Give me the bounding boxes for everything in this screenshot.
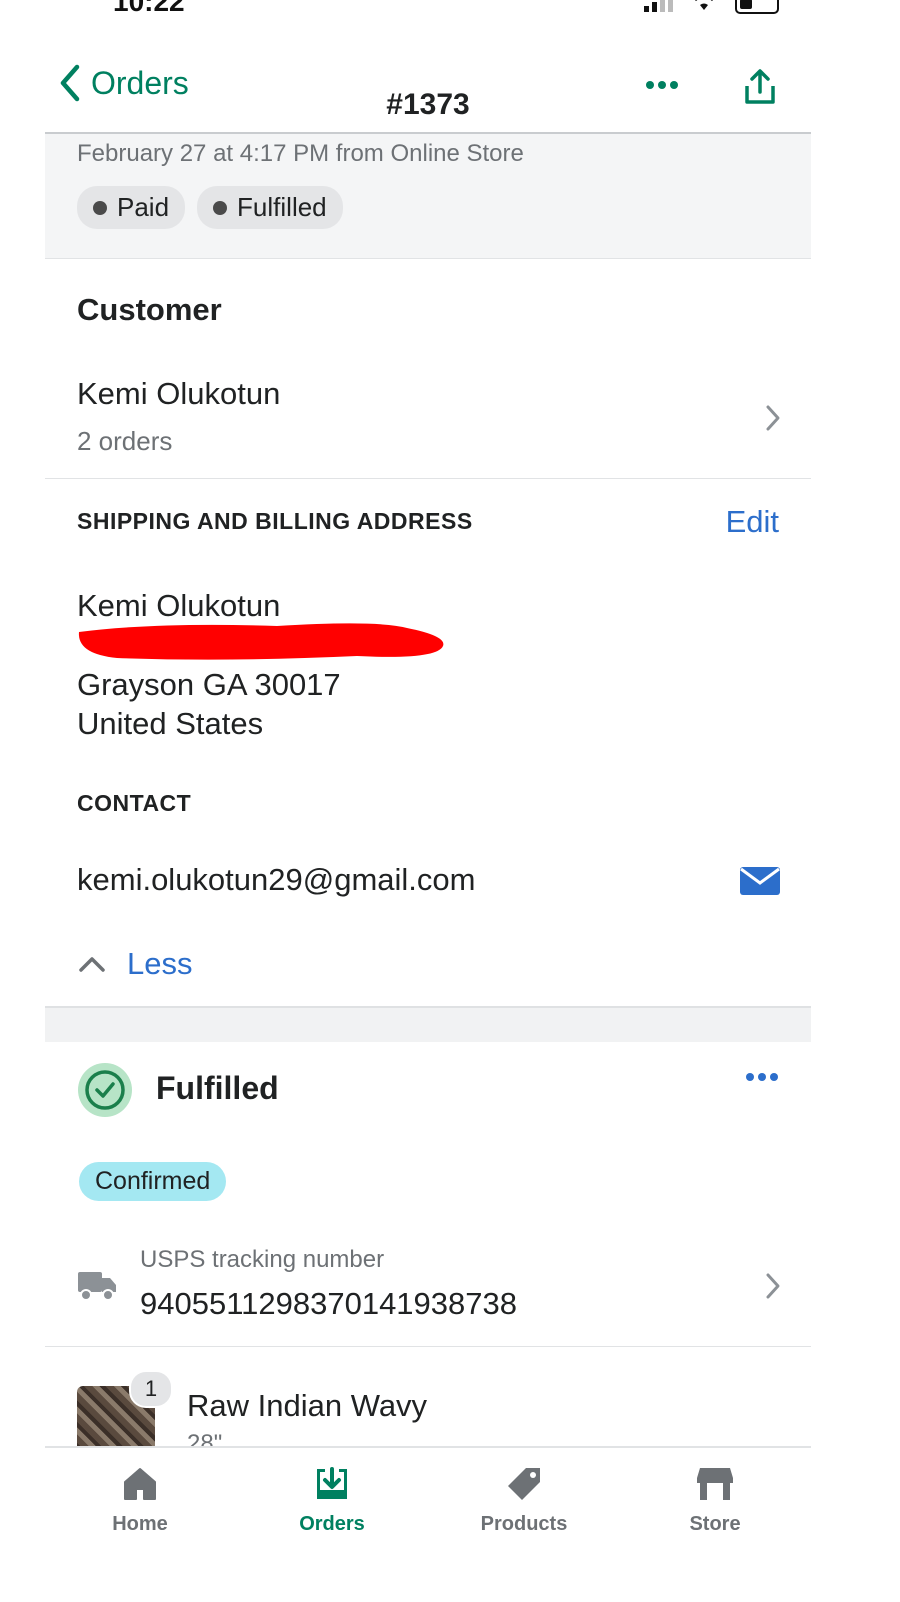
chevron-right-icon	[766, 1273, 780, 1299]
dot-icon	[93, 200, 107, 215]
check-circle-icon	[78, 1063, 132, 1117]
address-city-line: Grayson GA 30017	[77, 667, 341, 702]
confirmed-chip: Confirmed	[79, 1162, 227, 1201]
page-title: #1373	[386, 88, 470, 121]
battery-icon	[735, 0, 779, 14]
tab-home[interactable]: Home	[80, 1466, 200, 1536]
tag-icon	[508, 1468, 540, 1500]
customer-order-count: 2 orders	[77, 426, 173, 456]
quantity-badge: 1	[129, 1370, 173, 1408]
fulfillment-title: Fulfilled	[156, 1070, 279, 1106]
share-icon[interactable]	[743, 68, 777, 106]
wifi-icon	[695, 0, 713, 10]
contact-email: kemi.olukotun29@gmail.com	[77, 862, 476, 897]
status-badge-label: Fulfilled	[237, 192, 327, 222]
order-header: February 27 at 4:17 PM from Online Store…	[45, 134, 811, 259]
status-badge-label: Paid	[117, 192, 170, 222]
chevron-up-icon	[79, 957, 105, 972]
tab-label: Store	[689, 1513, 741, 1535]
customer-section-title: Customer	[77, 292, 222, 327]
chevron-right-icon	[766, 405, 780, 431]
status-badge-fulfilled: Fulfilled	[197, 186, 343, 229]
truck-icon	[78, 1272, 116, 1301]
tab-products[interactable]: Products	[464, 1466, 584, 1536]
tab-orders[interactable]: Orders	[272, 1466, 392, 1536]
status-badges: Paid Fulfilled	[77, 186, 343, 229]
dot-icon	[213, 200, 228, 215]
orders-icon	[317, 1467, 347, 1499]
navigation-bar: Orders #1373	[45, 40, 811, 134]
status-icons	[644, 0, 779, 14]
app-screen: 10:22 Orders #1373 February 27 at 4:17 P…	[45, 0, 811, 1602]
tracking-row[interactable]: USPS tracking number 9405511298370141938…	[45, 1236, 811, 1347]
mail-icon[interactable]	[739, 866, 781, 896]
show-less-label: Less	[127, 946, 193, 981]
section-divider	[45, 1006, 811, 1042]
contact-heading: CONTACT	[77, 790, 192, 816]
edit-address-link[interactable]: Edit	[726, 504, 779, 540]
status-badge-paid: Paid	[77, 186, 186, 229]
cellular-signal-icon	[644, 0, 673, 12]
status-time: 10:22	[113, 0, 185, 17]
customer-row[interactable]: Kemi Olukotun 2 orders	[45, 360, 811, 479]
product-name: Raw Indian Wavy	[187, 1388, 428, 1423]
tab-store[interactable]: Store	[655, 1466, 775, 1536]
show-less-toggle[interactable]: Less	[77, 946, 192, 982]
home-icon	[124, 1468, 156, 1500]
address-country: United States	[77, 706, 264, 741]
tab-label: Orders	[299, 1513, 365, 1535]
more-icon[interactable]	[645, 80, 679, 90]
fulfillment-more-icon[interactable]	[745, 1072, 779, 1082]
tab-label: Home	[112, 1513, 168, 1535]
tab-bar: Home Orders Products Store	[45, 1446, 811, 1602]
store-icon	[697, 1468, 733, 1500]
address-heading: SHIPPING AND BILLING ADDRESS	[77, 508, 473, 534]
line-item[interactable]: 1 Raw Indian Wavy 28"	[45, 1370, 811, 1448]
tab-label: Products	[480, 1513, 568, 1535]
redaction-scribble	[78, 623, 444, 660]
tracking-carrier-label: USPS tracking number	[140, 1246, 385, 1273]
customer-name: Kemi Olukotun	[77, 376, 281, 411]
tracking-number: 9405511298370141938738	[140, 1286, 517, 1321]
order-date-source: February 27 at 4:17 PM from Online Store	[77, 140, 524, 167]
